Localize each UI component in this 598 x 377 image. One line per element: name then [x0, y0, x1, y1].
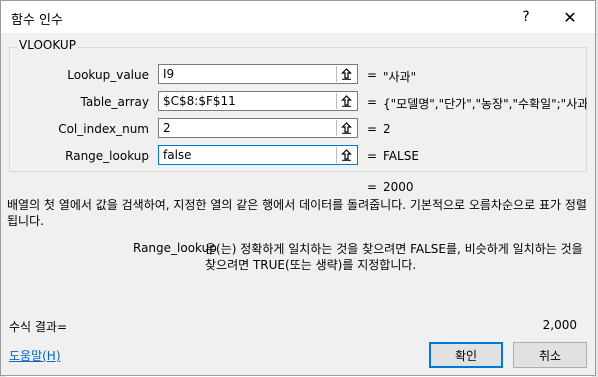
- arg-description-text: 은(는) 정확하게 일치하는 것을 찾으려면 FALSE를, 비슷하게 일치하는…: [205, 242, 583, 272]
- table-array-text: $C$8:$F$11: [163, 94, 236, 108]
- equals-sign: =: [367, 95, 378, 109]
- title-bar: 함수 인수 ? ✕: [1, 1, 595, 33]
- col-index-num-result: 2: [383, 122, 391, 136]
- function-arguments-dialog: 함수 인수 ? ✕ VLOOKUP Lookup_value I9 = "사과"…: [0, 0, 596, 376]
- table-array-result: {"모델명","단가","농장","수확일";"사과: [383, 97, 587, 111]
- lookup-value-result: "사과": [383, 70, 417, 84]
- equals-sign: =: [367, 149, 378, 163]
- arg-label-range-lookup: Range_lookup: [65, 149, 149, 163]
- help-button[interactable]: ?: [509, 3, 543, 31]
- arg-label-col-index-num: Col_index_num: [58, 122, 149, 136]
- collapse-dialog-icon[interactable]: [336, 66, 356, 82]
- arg-label-lookup-value: Lookup_value: [67, 68, 149, 82]
- cancel-button[interactable]: 취소: [513, 342, 587, 368]
- collapse-dialog-icon[interactable]: [336, 120, 356, 136]
- help-link[interactable]: 도움말(H): [9, 347, 61, 364]
- function-result-value: 2000: [383, 180, 414, 194]
- range-lookup-result: FALSE: [383, 149, 419, 163]
- dialog-title: 함수 인수: [11, 13, 63, 28]
- arg-label-table-array: Table_array: [80, 95, 150, 109]
- close-button[interactable]: ✕: [553, 3, 587, 31]
- lookup-value-input[interactable]: I9: [158, 64, 358, 84]
- equals-sign: =: [367, 122, 378, 136]
- formula-result-value: 2,000: [542, 318, 577, 332]
- range-lookup-text: false: [163, 148, 192, 162]
- table-array-input[interactable]: $C$8:$F$11: [158, 91, 358, 111]
- function-name-label: VLOOKUP: [17, 38, 78, 52]
- col-index-num-input[interactable]: 2: [158, 118, 358, 138]
- formula-result-label: 수식 결과=: [9, 320, 68, 334]
- lookup-value-text: I9: [163, 67, 175, 81]
- range-lookup-input[interactable]: false: [158, 145, 358, 165]
- ok-button[interactable]: 확인: [429, 342, 503, 368]
- collapse-dialog-icon[interactable]: [336, 93, 356, 109]
- equals-sign: =: [367, 68, 378, 82]
- equals-sign: =: [367, 180, 378, 194]
- col-index-num-text: 2: [163, 121, 171, 135]
- collapse-dialog-icon[interactable]: [336, 147, 356, 163]
- function-description: 배열의 첫 열에서 값을 검색하여, 지정한 열의 같은 행에서 데이터를 돌려…: [7, 198, 587, 228]
